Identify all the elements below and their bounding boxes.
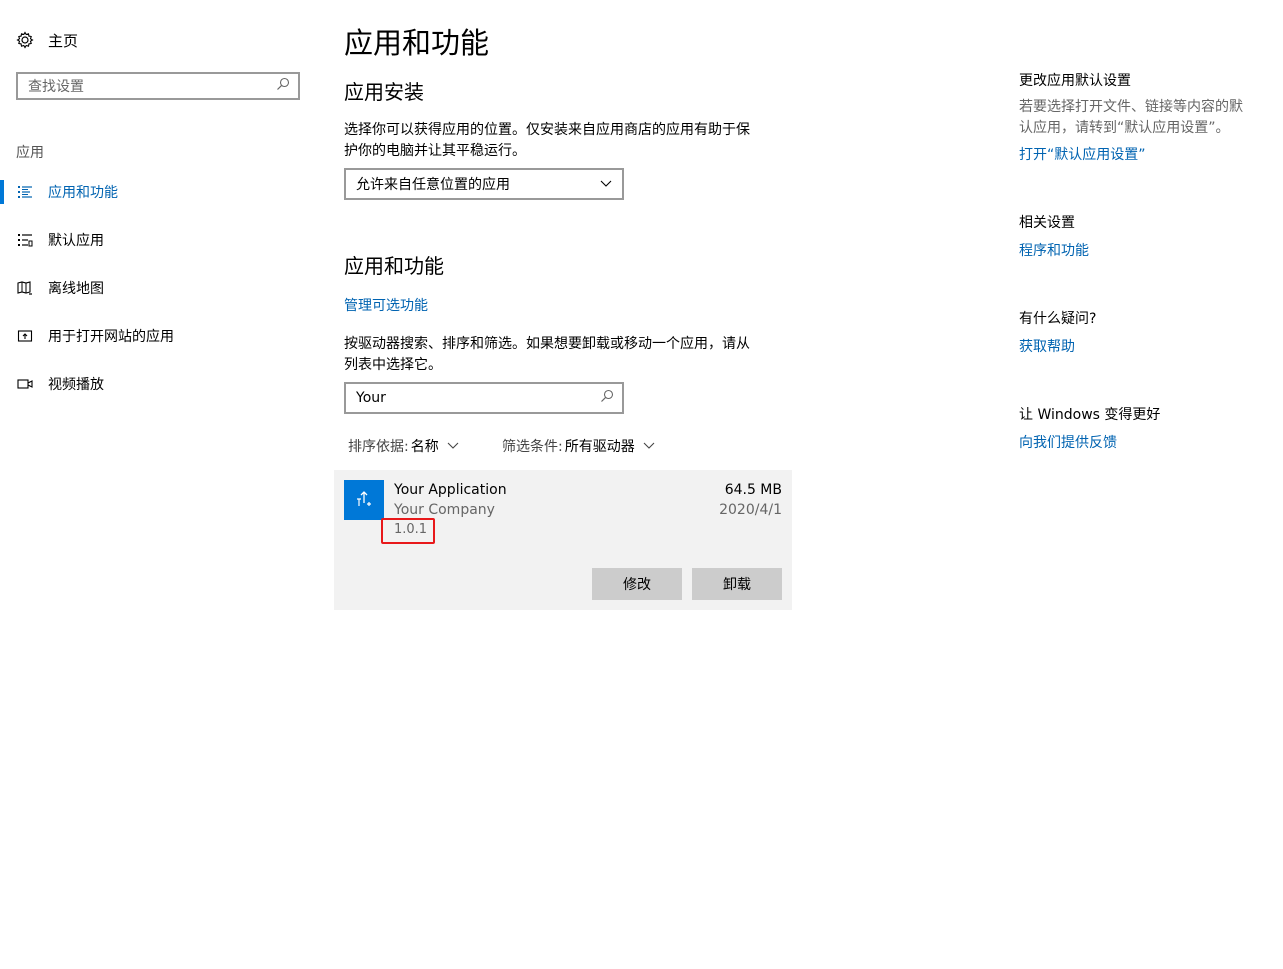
give-feedback-link[interactable]: 向我们提供反馈 (1019, 432, 1117, 452)
sidebar-item-offline-maps[interactable]: 离线地图 (0, 276, 310, 300)
video-playback-icon (16, 375, 34, 393)
modify-button[interactable]: 修改 (592, 568, 682, 600)
improve-windows-heading: 让 Windows 变得更好 (1019, 407, 1161, 423)
sort-dropdown[interactable]: 排序依据: 名称 (348, 436, 459, 456)
install-desc-line2: 护你的电脑并让其平稳运行。 (344, 143, 526, 159)
sidebar-item-label: 应用和功能 (48, 185, 118, 201)
version-highlight-box (381, 518, 435, 544)
sort-label: 排序依据: (348, 439, 409, 455)
install-source-value: 允许来自任意位置的应用 (356, 177, 510, 193)
default-apps-heading: 更改应用默认设置 (1019, 73, 1131, 89)
chevron-down-icon (447, 438, 459, 454)
manage-optional-features-link[interactable]: 管理可选功能 (344, 295, 428, 315)
home-label: 主页 (48, 31, 79, 50)
default-apps-desc-line1: 若要选择打开文件、链接等内容的默 (1019, 99, 1243, 115)
sidebar-item-label: 默认应用 (48, 233, 104, 249)
sort-value: 名称 (410, 439, 439, 455)
gear-icon (16, 31, 34, 49)
home-nav[interactable]: 主页 (16, 28, 78, 52)
app-installer-icon (344, 480, 384, 520)
sidebar: 主页 查找设置 应用 应用和功能 默认应用 离线地图 用于打开网站的应用 视频播… (0, 0, 320, 969)
app-search-value: Your (356, 390, 386, 406)
filter-label: 筛选条件: (502, 439, 563, 455)
offline-maps-icon (16, 279, 34, 297)
app-install-date: 2020/4/1 (719, 502, 782, 518)
settings-search-placeholder: 查找设置 (28, 79, 84, 95)
install-description: 选择你可以获得应用的位置。仅安装来自应用商店的应用有助于保 护你的电脑并让其平稳… (344, 120, 750, 162)
app-size: 64.5 MB (724, 482, 782, 498)
search-desc-line1: 按驱动器搜索、排序和筛选。如果想要卸载或移动一个应用，请从 (344, 336, 750, 352)
sidebar-item-apps-for-websites[interactable]: 用于打开网站的应用 (0, 324, 310, 348)
uninstall-button[interactable]: 卸载 (692, 568, 782, 600)
install-desc-line1: 选择你可以获得应用的位置。仅安装来自应用商店的应用有助于保 (344, 122, 750, 138)
sidebar-item-default-apps[interactable]: 默认应用 (0, 228, 310, 252)
active-indicator (0, 180, 4, 204)
search-desc-line2: 列表中选择它。 (344, 357, 442, 373)
apps-features-icon (16, 183, 34, 201)
default-apps-description: 若要选择打开文件、链接等内容的默 认应用，请转到“默认应用设置”。 (1019, 97, 1269, 139)
apps-heading: 应用和功能 (344, 254, 444, 278)
default-apps-icon (16, 231, 34, 249)
install-source-dropdown[interactable]: 允许来自任意位置的应用 (344, 168, 624, 200)
related-settings-heading: 相关设置 (1019, 215, 1075, 231)
nav-section-label: 应用 (16, 145, 44, 161)
questions-heading: 有什么疑问? (1019, 311, 1097, 327)
open-default-apps-link[interactable]: 打开“默认应用设置” (1019, 144, 1146, 164)
search-icon (276, 77, 290, 95)
filter-value: 所有驱动器 (564, 439, 635, 455)
settings-search-input[interactable]: 查找设置 (16, 72, 300, 100)
sidebar-item-label: 用于打开网站的应用 (48, 329, 174, 345)
sidebar-item-label: 视频播放 (48, 377, 104, 393)
install-heading: 应用安装 (344, 80, 424, 104)
app-search-input[interactable]: Your (344, 382, 624, 414)
sidebar-item-video-playback[interactable]: 视频播放 (0, 372, 310, 396)
get-help-link[interactable]: 获取帮助 (1019, 336, 1075, 356)
page-title: 应用和功能 (344, 26, 490, 60)
programs-features-link[interactable]: 程序和功能 (1019, 240, 1089, 260)
filter-dropdown[interactable]: 筛选条件: 所有驱动器 (502, 436, 655, 456)
sidebar-item-apps-features[interactable]: 应用和功能 (0, 180, 310, 204)
sidebar-item-label: 离线地图 (48, 281, 104, 297)
apps-for-websites-icon (16, 327, 34, 345)
chevron-down-icon (643, 438, 655, 454)
chevron-down-icon (600, 176, 612, 192)
search-description: 按驱动器搜索、排序和筛选。如果想要卸载或移动一个应用，请从 列表中选择它。 (344, 334, 750, 376)
app-list-item[interactable]: Your Application Your Company 1.0.1 64.5… (334, 470, 792, 610)
app-company: Your Company (394, 502, 495, 518)
default-apps-desc-line2: 认应用，请转到“默认应用设置”。 (1019, 120, 1230, 136)
search-icon (600, 389, 614, 407)
app-name: Your Application (394, 482, 507, 498)
